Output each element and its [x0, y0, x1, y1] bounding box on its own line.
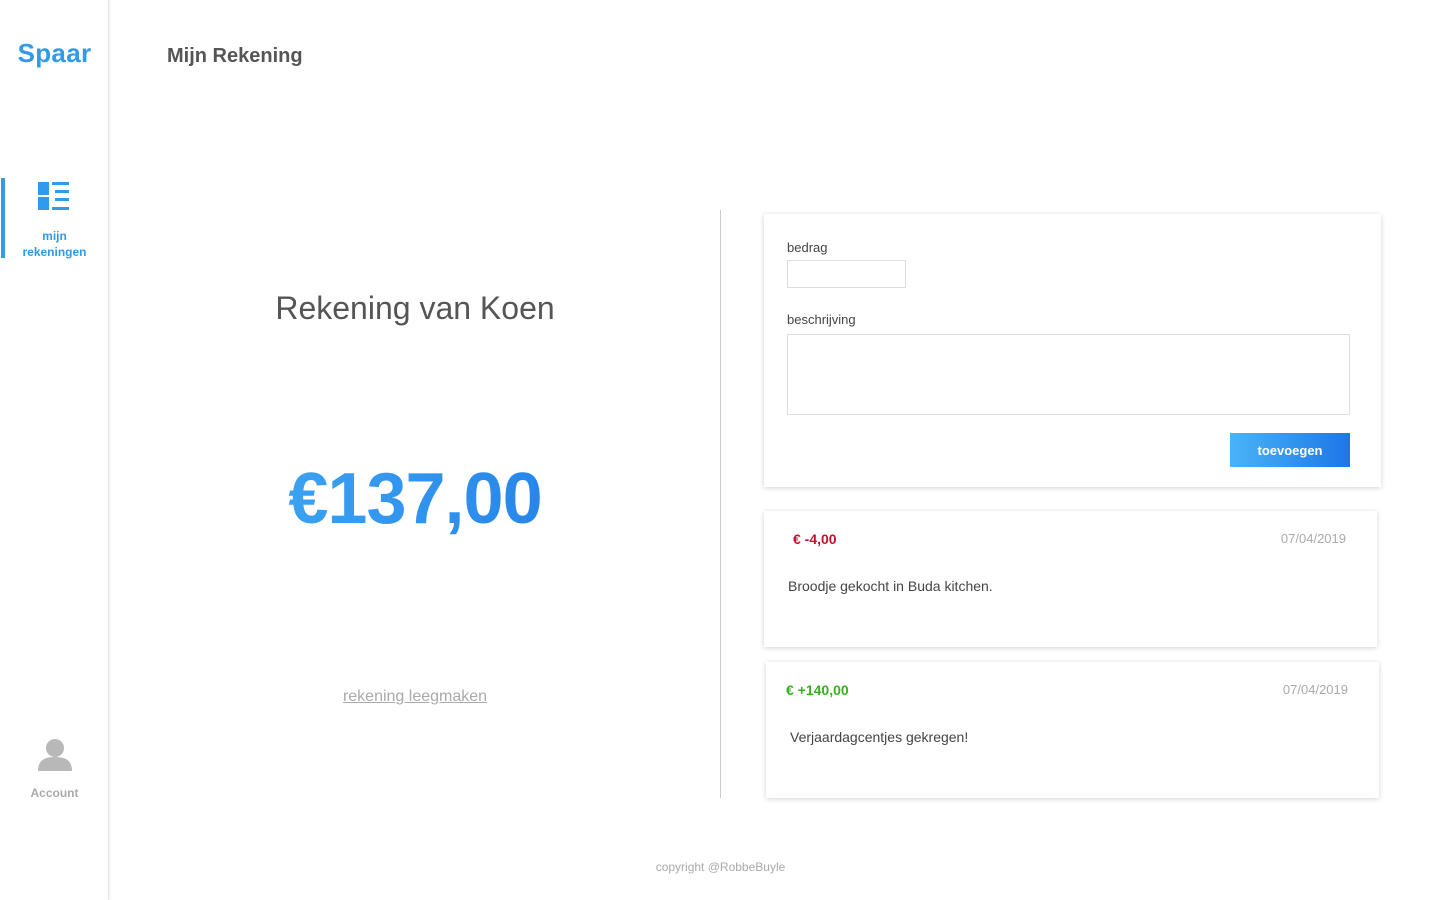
description-input[interactable]	[787, 334, 1350, 415]
description-label: beschrijving	[787, 312, 856, 327]
transaction-amount: € -4,00	[793, 531, 837, 547]
sidebar-item-label-line1: mijn	[42, 229, 67, 243]
account-label: Account	[30, 786, 79, 800]
sidebar-item-label: mijn rekeningen	[0, 228, 109, 260]
transaction-description: Broodje gekocht in Buda kitchen.	[788, 578, 993, 594]
list-layout-icon	[38, 182, 69, 210]
clear-account-link[interactable]: rekening leegmaken	[165, 688, 665, 706]
amount-label: bedrag	[787, 240, 828, 255]
amount-input[interactable]	[787, 260, 906, 288]
sidebar-item-account[interactable]: Account	[0, 738, 109, 800]
account-balance: €137,00	[165, 458, 665, 540]
transaction-form: bedrag beschrijving toevoegen	[764, 214, 1381, 487]
copyright-footer: copyright @RobbeBuyle	[655, 860, 786, 874]
transaction-card: € -4,00 07/04/2019 Broodje gekocht in Bu…	[764, 511, 1377, 647]
sidebar-item-mijn-rekeningen[interactable]: mijn rekeningen	[0, 178, 109, 260]
app-logo[interactable]: Spaar	[0, 38, 109, 69]
transaction-description: Verjaardagcentjes gekregen!	[790, 729, 969, 745]
transaction-date: 07/04/2019	[1280, 531, 1346, 546]
transaction-amount: € +140,00	[786, 682, 849, 698]
sidebar: Spaar mijn rekeningen Account	[0, 0, 109, 900]
add-button[interactable]: toevoegen	[1230, 433, 1350, 467]
transaction-date: 07/04/2019	[1282, 682, 1348, 697]
user-icon	[37, 739, 72, 771]
transaction-card: € +140,00 07/04/2019 Verjaardagcentjes g…	[766, 662, 1379, 798]
account-name: Rekening van Koen	[275, 290, 555, 326]
page-title: Mijn Rekening	[167, 45, 303, 67]
vertical-divider	[720, 210, 721, 798]
sidebar-item-label-line2: rekeningen	[22, 245, 87, 259]
